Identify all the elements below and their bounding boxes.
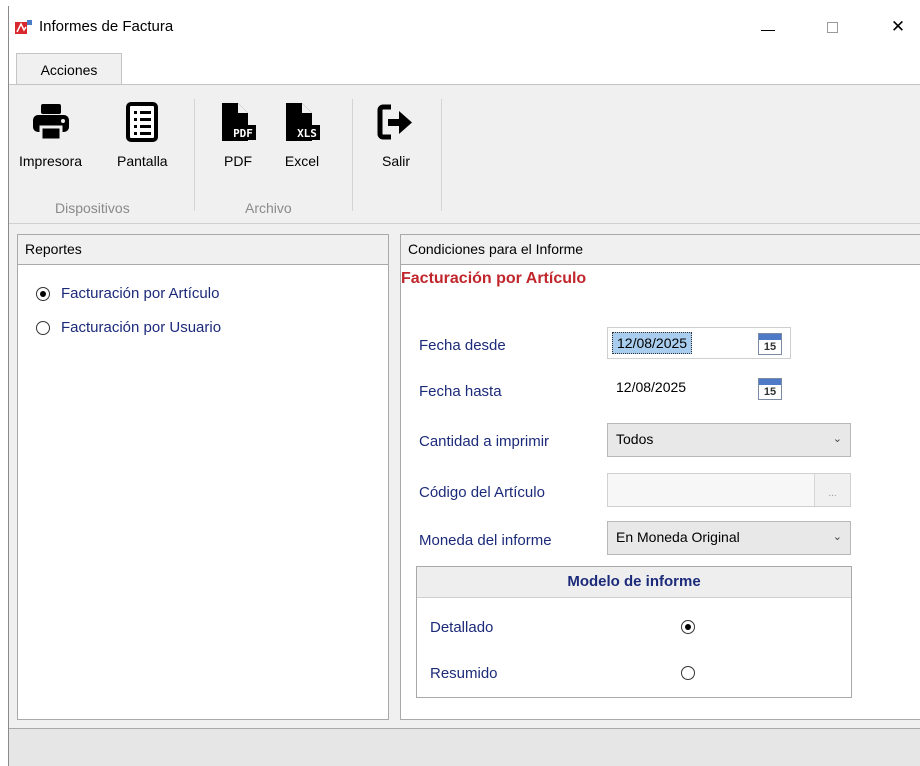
cantidad-select[interactable]: Todos ⌄: [607, 423, 851, 457]
fecha-desde-picker[interactable]: 12/08/2025 15: [607, 327, 791, 359]
xls-badge: XLS: [297, 127, 317, 140]
app-icon: [15, 20, 32, 34]
tab-acciones[interactable]: Acciones: [16, 53, 122, 85]
maximize-button[interactable]: [809, 6, 855, 48]
condiciones-header: Condiciones para el Informe: [401, 235, 920, 265]
fecha-desde-label: Fecha desde: [419, 337, 506, 354]
app-window: Informes de Factura ✕ Acciones Impresora: [8, 6, 920, 766]
exit-icon: [375, 99, 417, 145]
report-title: Facturación por Artículo: [401, 270, 587, 287]
modelo-group: Modelo de informe Detallado Resumido: [416, 566, 852, 698]
condiciones-panel: Condiciones para el Informe Facturación …: [400, 234, 920, 720]
radio-label: Facturación por Usuario: [61, 319, 222, 336]
reportes-header: Reportes: [18, 235, 388, 265]
modelo-header: Modelo de informe: [417, 567, 851, 598]
impresora-label: Impresora: [19, 153, 83, 169]
report-list-icon: [121, 99, 163, 145]
chevron-down-icon: ⌄: [832, 531, 842, 543]
fecha-hasta-value[interactable]: 12/08/2025: [614, 379, 688, 395]
moneda-value: En Moneda Original: [616, 529, 740, 545]
codigo-label: Código del Artículo: [419, 484, 545, 501]
group-label-dispositivos: Dispositivos: [55, 200, 130, 216]
excel-label: Excel: [284, 153, 320, 169]
resumido-label: Resumido: [430, 665, 498, 682]
printer-icon: [30, 99, 72, 145]
calendar-icon[interactable]: 15: [758, 333, 782, 355]
radio-label: Facturación por Artículo: [61, 285, 220, 302]
pdf-file-icon: PDF: [217, 99, 259, 145]
pdf-button[interactable]: PDF PDF: [217, 99, 259, 169]
codigo-browse-button[interactable]: ...: [814, 474, 850, 506]
minimize-button[interactable]: [745, 6, 791, 48]
ribbon-separator: [352, 99, 353, 211]
ribbon-separator: [441, 99, 442, 211]
maximize-icon: [826, 21, 838, 33]
close-button[interactable]: ✕: [875, 6, 920, 48]
detallado-radio[interactable]: [681, 620, 695, 634]
moneda-label: Moneda del informe: [419, 532, 552, 549]
xls-file-icon: XLS: [281, 99, 323, 145]
salir-button[interactable]: Salir: [375, 99, 417, 169]
group-label-archivo: Archivo: [245, 200, 292, 216]
fecha-hasta-picker[interactable]: 12/08/2025 15: [607, 372, 791, 404]
radio-facturacion-articulo[interactable]: Facturación por Artículo: [36, 285, 219, 302]
ribbon: Impresora Pantalla PDF PDF XLS Excel Sal…: [9, 84, 920, 224]
excel-button[interactable]: XLS Excel: [281, 99, 323, 169]
ribbon-tabstrip: Acciones: [9, 48, 920, 85]
codigo-input[interactable]: ...: [607, 473, 851, 507]
status-bar: [9, 728, 920, 766]
pantalla-label: Pantalla: [117, 153, 168, 169]
minimize-icon: [761, 29, 775, 31]
radio-indicator[interactable]: [36, 320, 50, 335]
chevron-down-icon: ⌄: [832, 433, 842, 445]
salir-label: Salir: [381, 153, 410, 169]
pdf-label: PDF: [224, 153, 252, 169]
pantalla-button[interactable]: Pantalla: [117, 99, 168, 169]
resumido-radio[interactable]: [681, 666, 695, 680]
reportes-panel: Reportes Facturación por Artículo Factur…: [17, 234, 389, 720]
detallado-label: Detallado: [430, 619, 494, 636]
radio-facturacion-usuario[interactable]: Facturación por Usuario: [36, 319, 221, 336]
window-title: Informes de Factura: [39, 18, 174, 35]
moneda-select[interactable]: En Moneda Original ⌄: [607, 521, 851, 555]
ribbon-separator: [194, 99, 195, 211]
calendar-icon[interactable]: 15: [758, 378, 782, 400]
cantidad-label: Cantidad a imprimir: [419, 433, 550, 450]
fecha-hasta-label: Fecha hasta: [419, 383, 502, 400]
radio-indicator[interactable]: [36, 286, 50, 301]
impresora-button[interactable]: Impresora: [19, 99, 82, 169]
close-icon: ✕: [890, 17, 906, 36]
cantidad-value: Todos: [616, 431, 654, 447]
fecha-desde-value[interactable]: 12/08/2025: [612, 332, 693, 354]
pdf-badge: PDF: [233, 127, 253, 140]
title-bar: Informes de Factura ✕: [9, 6, 920, 48]
